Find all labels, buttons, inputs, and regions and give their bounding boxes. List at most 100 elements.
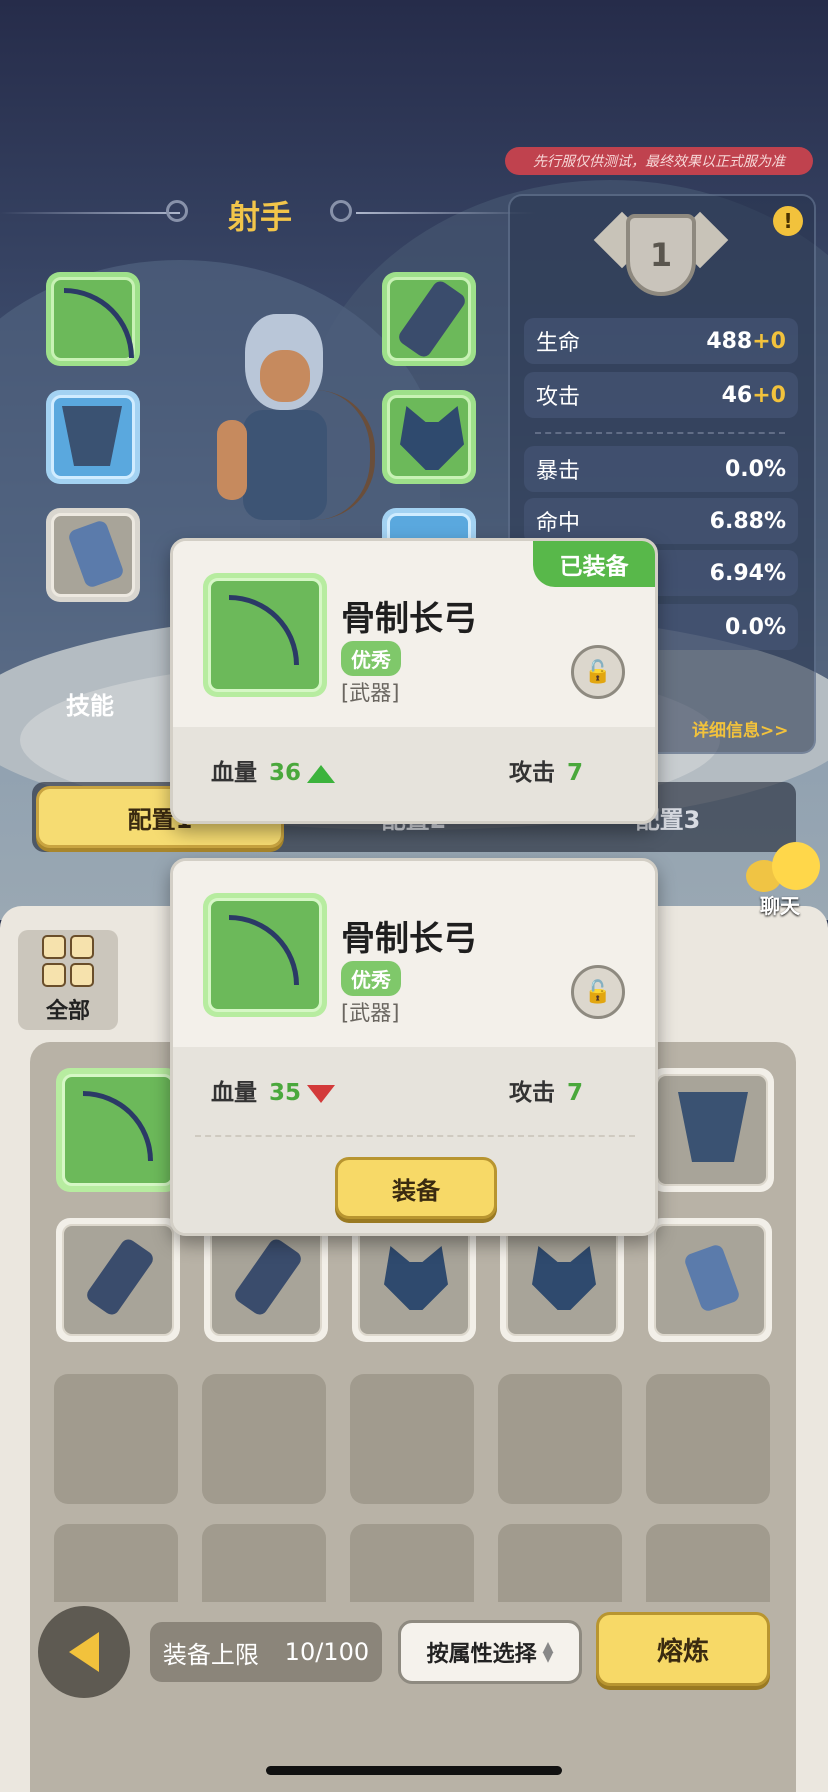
- swirl-right-icon: [330, 200, 352, 222]
- slot-gloves[interactable]: [46, 508, 140, 602]
- item-quality-badge: 优秀: [341, 961, 401, 996]
- stat-label: 血量: [211, 1080, 257, 1106]
- stat-bonus: +0: [752, 382, 786, 408]
- stat-row-crit: 暴击 0.0%: [524, 446, 798, 492]
- item-name: 骨制长弓: [341, 919, 477, 959]
- capacity-value: 10/100: [284, 1638, 370, 1666]
- stat-value: 7: [567, 1080, 584, 1106]
- back-button[interactable]: [38, 1606, 130, 1698]
- divider: [195, 1135, 635, 1137]
- lock-icon[interactable]: 🔓: [571, 645, 625, 699]
- inventory-empty-slot[interactable]: [202, 1524, 326, 1602]
- inventory-empty-slot[interactable]: [498, 1524, 622, 1602]
- stats-divider: [535, 432, 785, 434]
- bow-icon: [64, 288, 134, 358]
- stat-value: 488: [706, 328, 753, 354]
- slot-cape[interactable]: [46, 390, 140, 484]
- category-all-tab[interactable]: 全部: [18, 930, 118, 1030]
- smelt-button[interactable]: 熔炼: [596, 1612, 770, 1686]
- bow-icon: [83, 1091, 153, 1161]
- inventory-empty-slot[interactable]: [54, 1524, 178, 1602]
- chat-label: 聊天: [760, 894, 800, 918]
- inventory-item-quiver[interactable]: [204, 1218, 328, 1342]
- equip-button[interactable]: 装备: [335, 1157, 497, 1219]
- item-stat-attack: 攻击 7: [509, 753, 583, 787]
- inventory-item-quiver[interactable]: [56, 1218, 180, 1342]
- slot-quiver[interactable]: [382, 272, 476, 366]
- level-value: 1: [649, 236, 673, 274]
- stat-value: 46: [721, 382, 753, 408]
- slot-weapon-bow[interactable]: [46, 272, 140, 366]
- category-all-label: 全部: [45, 999, 90, 1024]
- stat-label: 攻击: [509, 1080, 555, 1106]
- detail-info-link[interactable]: 详细信息>>: [692, 716, 789, 741]
- test-server-notice: 先行服仅供测试，最终效果以正式服为准: [505, 147, 813, 175]
- lock-icon[interactable]: 🔓: [571, 965, 625, 1019]
- wolf-icon: [400, 406, 464, 470]
- quiver-icon: [84, 1236, 156, 1318]
- inventory-empty-slot[interactable]: [350, 1524, 474, 1602]
- stat-value: 35: [269, 1080, 302, 1106]
- inventory-item-wolf[interactable]: [352, 1218, 476, 1342]
- inventory-item-cape[interactable]: [650, 1068, 774, 1192]
- stat-value: 0.0%: [724, 456, 786, 482]
- sort-by-attribute-button[interactable]: 按属性选择 ▲ ▼: [398, 1620, 582, 1684]
- chat-face-icon: [772, 842, 820, 890]
- item-quality-badge: 优秀: [341, 641, 401, 676]
- glove-icon: [682, 1242, 742, 1314]
- capacity-label: 装备上限: [162, 1640, 259, 1669]
- item-stat-hp: 血量 35: [211, 1073, 336, 1107]
- inventory-item-bow[interactable]: [56, 1068, 180, 1192]
- level-badge: 1: [593, 210, 729, 300]
- inventory-empty-slot[interactable]: [498, 1374, 622, 1504]
- wolf-icon: [384, 1246, 448, 1310]
- item-slot-type: [武器]: [341, 681, 400, 705]
- hero-character: [205, 310, 375, 540]
- inventory-empty-slot[interactable]: [350, 1374, 474, 1504]
- info-icon[interactable]: !: [773, 206, 803, 236]
- inventory-empty-slot[interactable]: [646, 1524, 770, 1602]
- arrow-up-icon: [307, 764, 336, 783]
- item-icon: [203, 893, 327, 1017]
- arrow-down-icon: [307, 1084, 336, 1103]
- inventory-capacity: 装备上限 10/100: [150, 1622, 382, 1682]
- equipped-item-card: 骨制长弓 优秀 [武器] 🔓 已装备 血量 36 攻击 7: [170, 538, 658, 824]
- stat-value: 7: [567, 760, 584, 786]
- item-stat-hp: 血量 36: [211, 753, 336, 787]
- bow-icon: [229, 915, 299, 985]
- stat-row-hp: 生命 488+0: [524, 318, 798, 364]
- inventory-empty-slot[interactable]: [54, 1374, 178, 1504]
- sort-label: 按属性选择: [426, 1642, 537, 1667]
- inventory-empty-slot[interactable]: [646, 1374, 770, 1504]
- item-icon: [203, 573, 327, 697]
- glove-icon: [66, 518, 126, 590]
- cape-icon: [678, 1092, 748, 1162]
- stat-label: 命中: [536, 511, 581, 536]
- chat-button[interactable]: 聊天: [742, 842, 822, 918]
- bow-icon: [229, 595, 299, 665]
- stat-label: 生命: [536, 331, 581, 356]
- stat-bonus: +0: [752, 328, 786, 354]
- skill-label[interactable]: 技能: [66, 686, 114, 721]
- stat-label: 攻击: [536, 385, 581, 410]
- equipped-badge: 已装备: [533, 541, 655, 587]
- sort-caret-icon: ▲ ▼: [542, 1639, 554, 1665]
- inventory-item-wolf[interactable]: [500, 1218, 624, 1342]
- item-slot-type: [武器]: [341, 1001, 400, 1025]
- compare-item-card: 骨制长弓 优秀 [武器] 🔓 血量 35 攻击 7 装备: [170, 858, 658, 1236]
- cape-icon: [62, 406, 122, 466]
- quiver-icon: [232, 1236, 304, 1318]
- inventory-item-glove[interactable]: [648, 1218, 772, 1342]
- grid-icon: [42, 935, 94, 987]
- slot-wolf-pet[interactable]: [382, 390, 476, 484]
- home-indicator: [266, 1766, 562, 1775]
- stat-row-attack: 攻击 46+0: [524, 372, 798, 418]
- stat-value: 6.94%: [709, 560, 786, 586]
- item-name: 骨制长弓: [341, 599, 477, 639]
- quiver-icon: [396, 278, 468, 360]
- stat-label: 血量: [211, 760, 257, 786]
- item-stat-attack: 攻击 7: [509, 1073, 583, 1107]
- inventory-empty-slot[interactable]: [202, 1374, 326, 1504]
- back-arrow-icon: [69, 1632, 99, 1672]
- stat-label: 攻击: [509, 760, 555, 786]
